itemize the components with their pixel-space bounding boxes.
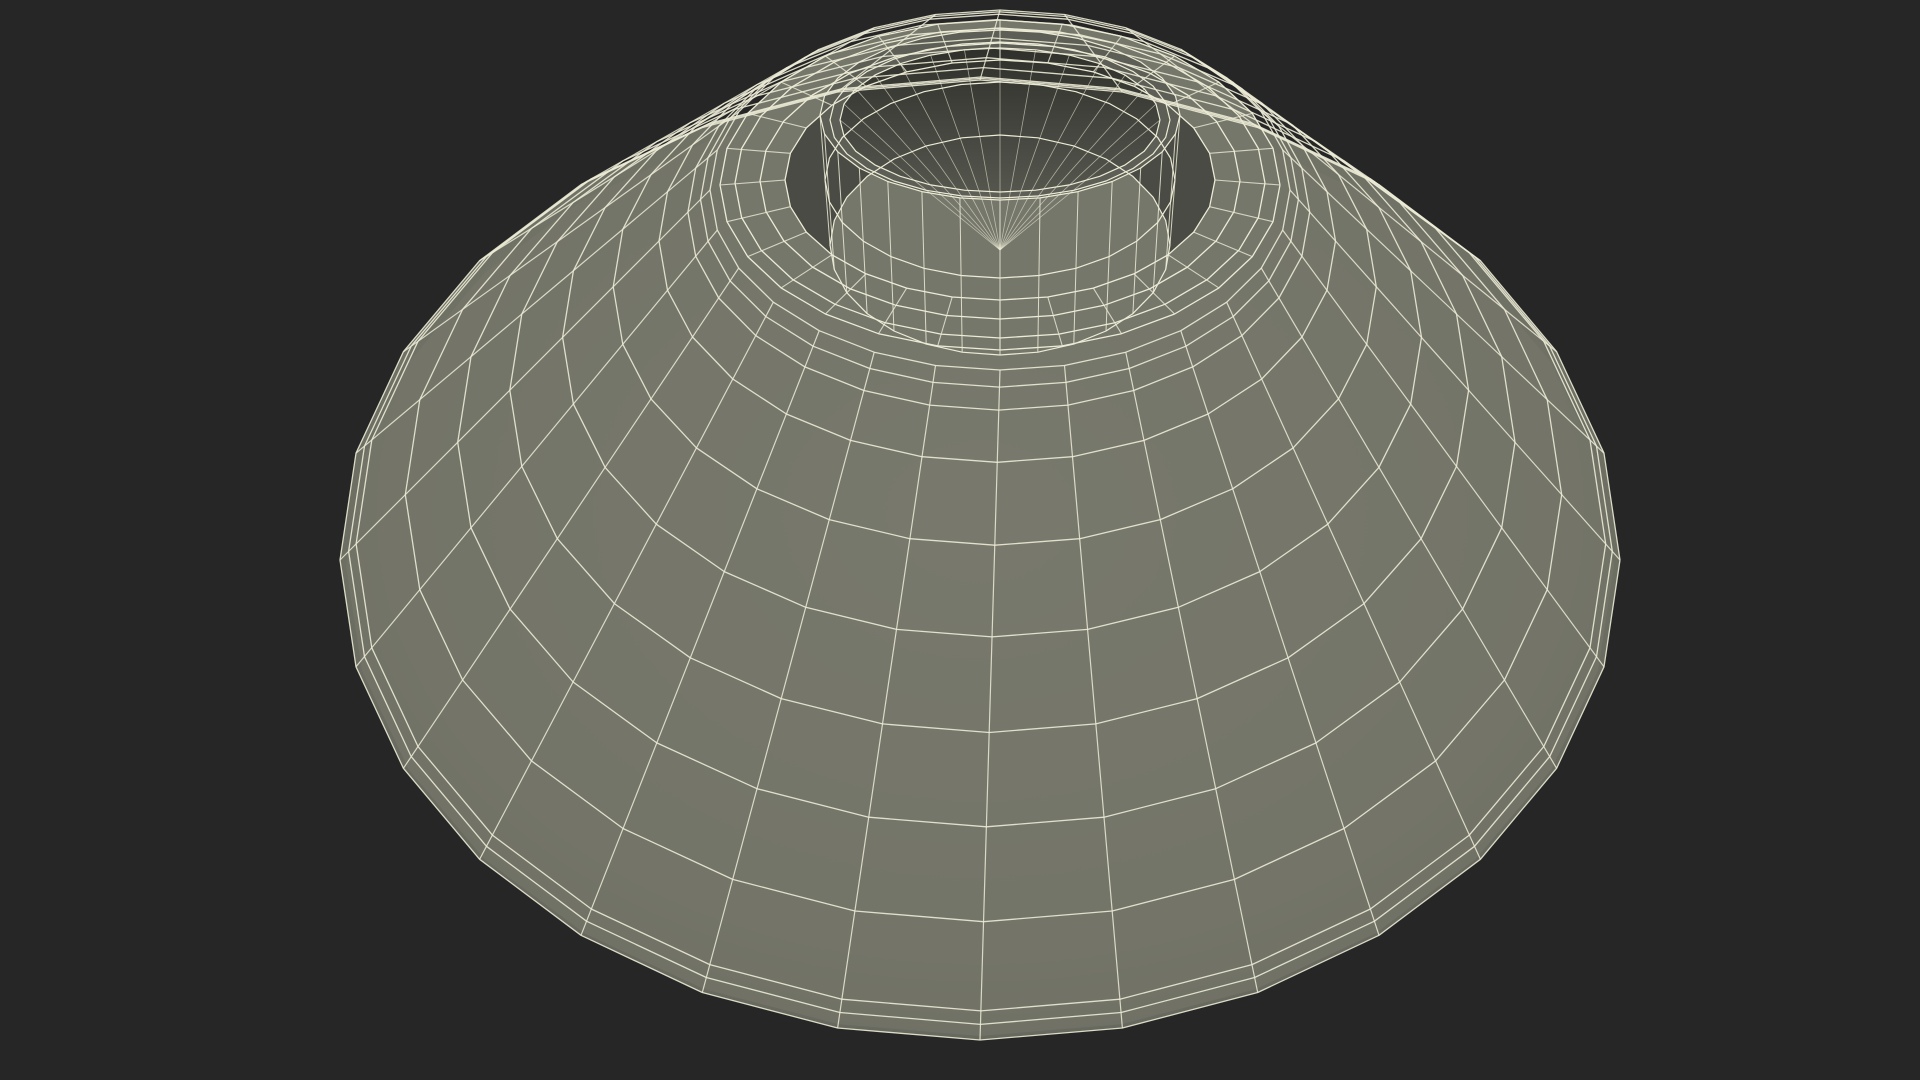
wireframe-mesh: [339, 9, 1621, 1041]
render-viewport: [0, 0, 1920, 1080]
